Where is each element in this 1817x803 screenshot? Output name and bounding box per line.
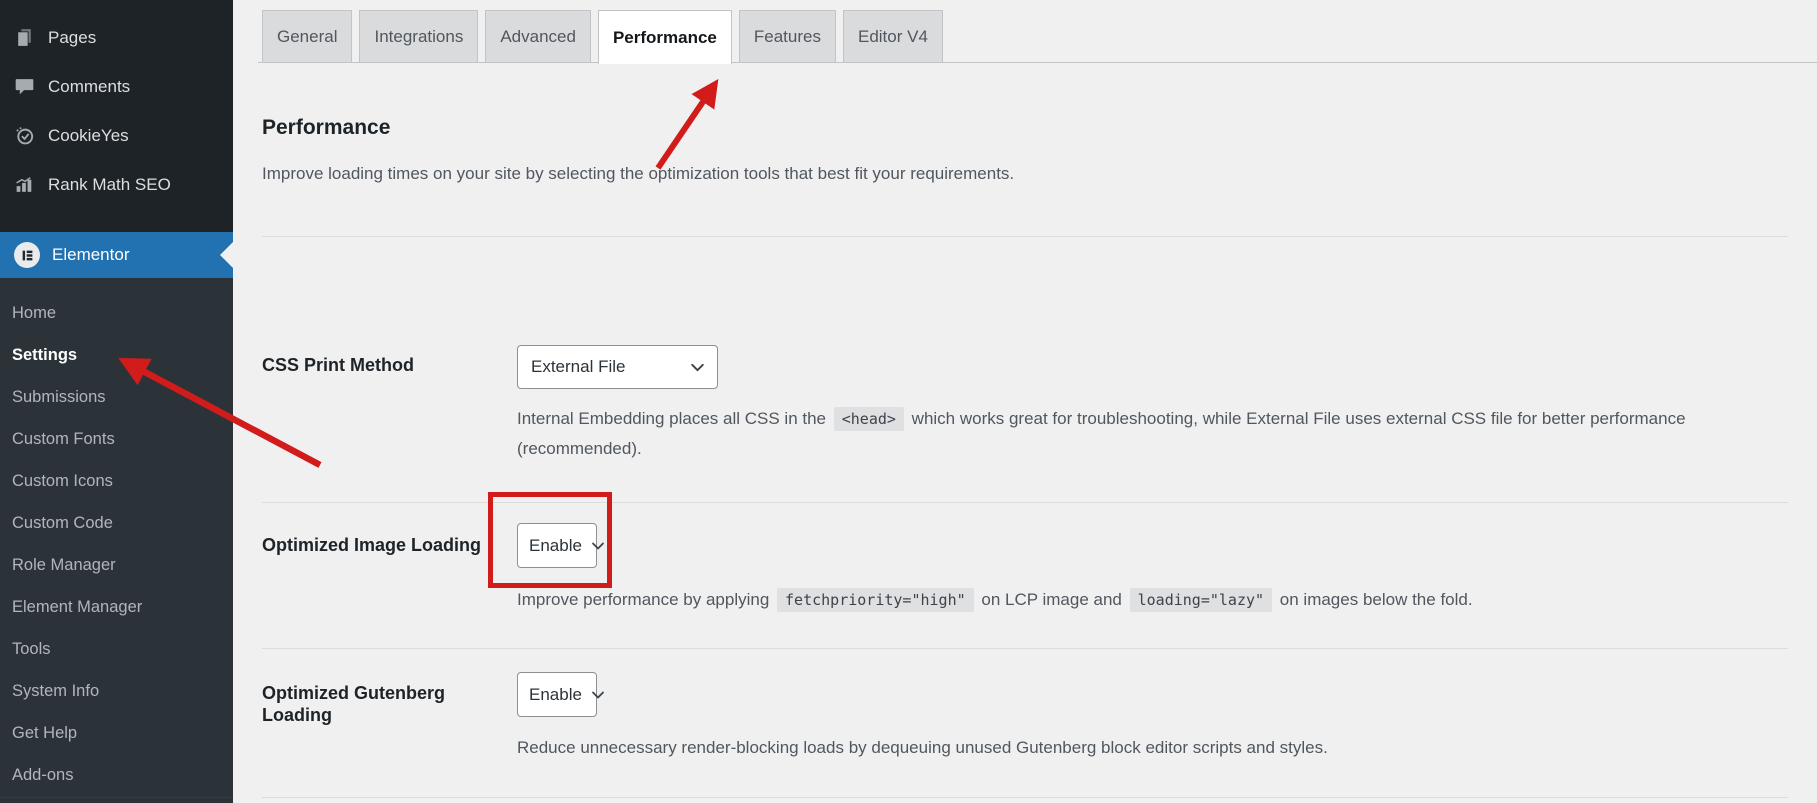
tab-performance[interactable]: Performance xyxy=(598,10,732,64)
head-tag-code-chip: <head> xyxy=(834,407,904,431)
page-description: Improve loading times on your site by se… xyxy=(262,164,1757,184)
description-text: on images below the fold. xyxy=(1275,590,1473,609)
description-text: Reduce unnecessary render-blocking loads… xyxy=(517,738,1328,757)
optimized-image-loading-description: Improve performance by applying fetchpri… xyxy=(517,585,1788,615)
select-value: Enable xyxy=(529,685,582,705)
sidebar-item-pages[interactable]: Pages xyxy=(0,13,233,62)
elementor-submenu: Home Settings Submissions Custom Fonts C… xyxy=(0,278,233,803)
chevron-down-icon xyxy=(689,359,706,376)
submenu-item-custom-icons[interactable]: Custom Icons xyxy=(0,460,233,502)
optimized-gutenberg-loading-description: Reduce unnecessary render-blocking loads… xyxy=(517,733,1788,763)
admin-sidebar: Pages Comments CookieYes Rank Math SEO E… xyxy=(0,0,233,803)
css-print-method-label: CSS Print Method xyxy=(262,354,512,376)
page-title: Performance xyxy=(262,116,390,140)
tab-advanced[interactable]: Advanced xyxy=(485,10,591,62)
sidebar-item-label: Elementor xyxy=(52,245,129,265)
submenu-item-home[interactable]: Home xyxy=(0,292,233,334)
sidebar-item-elementor[interactable]: Elementor xyxy=(0,232,233,278)
fetchpriority-code-chip: fetchpriority="high" xyxy=(777,588,974,612)
section-divider xyxy=(262,797,1788,798)
settings-content: General Integrations Advanced Performanc… xyxy=(233,0,1817,803)
optimized-gutenberg-loading-select[interactable]: Enable xyxy=(517,672,597,717)
cookieyes-icon xyxy=(14,125,35,146)
section-divider xyxy=(262,648,1788,649)
submenu-item-custom-fonts[interactable]: Custom Fonts xyxy=(0,418,233,460)
submenu-item-get-help[interactable]: Get Help xyxy=(0,712,233,754)
submenu-item-add-ons[interactable]: Add-ons xyxy=(0,754,233,796)
chevron-down-icon xyxy=(590,687,606,703)
submenu-item-custom-code[interactable]: Custom Code xyxy=(0,502,233,544)
tab-integrations[interactable]: Integrations xyxy=(359,10,478,62)
section-divider xyxy=(262,236,1788,237)
sidebar-item-label: Rank Math SEO xyxy=(48,175,171,195)
loading-lazy-code-chip: loading="lazy" xyxy=(1130,588,1272,612)
submenu-item-tools[interactable]: Tools xyxy=(0,628,233,670)
submenu-item-element-manager[interactable]: Element Manager xyxy=(0,586,233,628)
css-print-method-select[interactable]: External File xyxy=(517,345,718,389)
comments-icon xyxy=(14,76,35,97)
settings-tabs: General Integrations Advanced Performanc… xyxy=(262,10,943,64)
sidebar-item-cookieyes[interactable]: CookieYes xyxy=(0,111,233,160)
submenu-item-submissions[interactable]: Submissions xyxy=(0,376,233,418)
tab-editor-v4[interactable]: Editor V4 xyxy=(843,10,943,62)
sidebar-item-rank-math[interactable]: Rank Math SEO xyxy=(0,160,233,209)
optimized-image-loading-label: Optimized Image Loading xyxy=(262,534,512,556)
submenu-item-role-manager[interactable]: Role Manager xyxy=(0,544,233,586)
sidebar-bottom-divider xyxy=(0,797,233,798)
sidebar-item-comments[interactable]: Comments xyxy=(0,62,233,111)
section-divider xyxy=(262,502,1788,503)
sidebar-item-label: Pages xyxy=(48,28,96,48)
tab-features[interactable]: Features xyxy=(739,10,836,62)
select-value: Enable xyxy=(529,536,582,556)
chevron-down-icon xyxy=(590,538,606,554)
optimized-image-loading-select[interactable]: Enable xyxy=(517,523,597,568)
optimized-gutenberg-loading-label: Optimized Gutenberg Loading xyxy=(262,682,512,726)
elementor-icon xyxy=(14,242,40,268)
pages-icon xyxy=(14,27,35,48)
description-text: Improve performance by applying xyxy=(517,590,774,609)
description-text: on LCP image and xyxy=(977,590,1127,609)
select-value: External File xyxy=(531,357,625,377)
css-print-method-description: Internal Embedding places all CSS in the… xyxy=(517,404,1788,464)
admin-main-menu: Pages Comments CookieYes Rank Math SEO xyxy=(0,0,233,209)
sidebar-item-label: CookieYes xyxy=(48,126,129,146)
rank-math-seo-icon xyxy=(14,174,35,195)
tab-general[interactable]: General xyxy=(262,10,352,62)
submenu-item-system-info[interactable]: System Info xyxy=(0,670,233,712)
description-text: Internal Embedding places all CSS in the xyxy=(517,409,831,428)
sidebar-item-label: Comments xyxy=(48,77,130,97)
submenu-item-settings[interactable]: Settings xyxy=(0,334,233,376)
